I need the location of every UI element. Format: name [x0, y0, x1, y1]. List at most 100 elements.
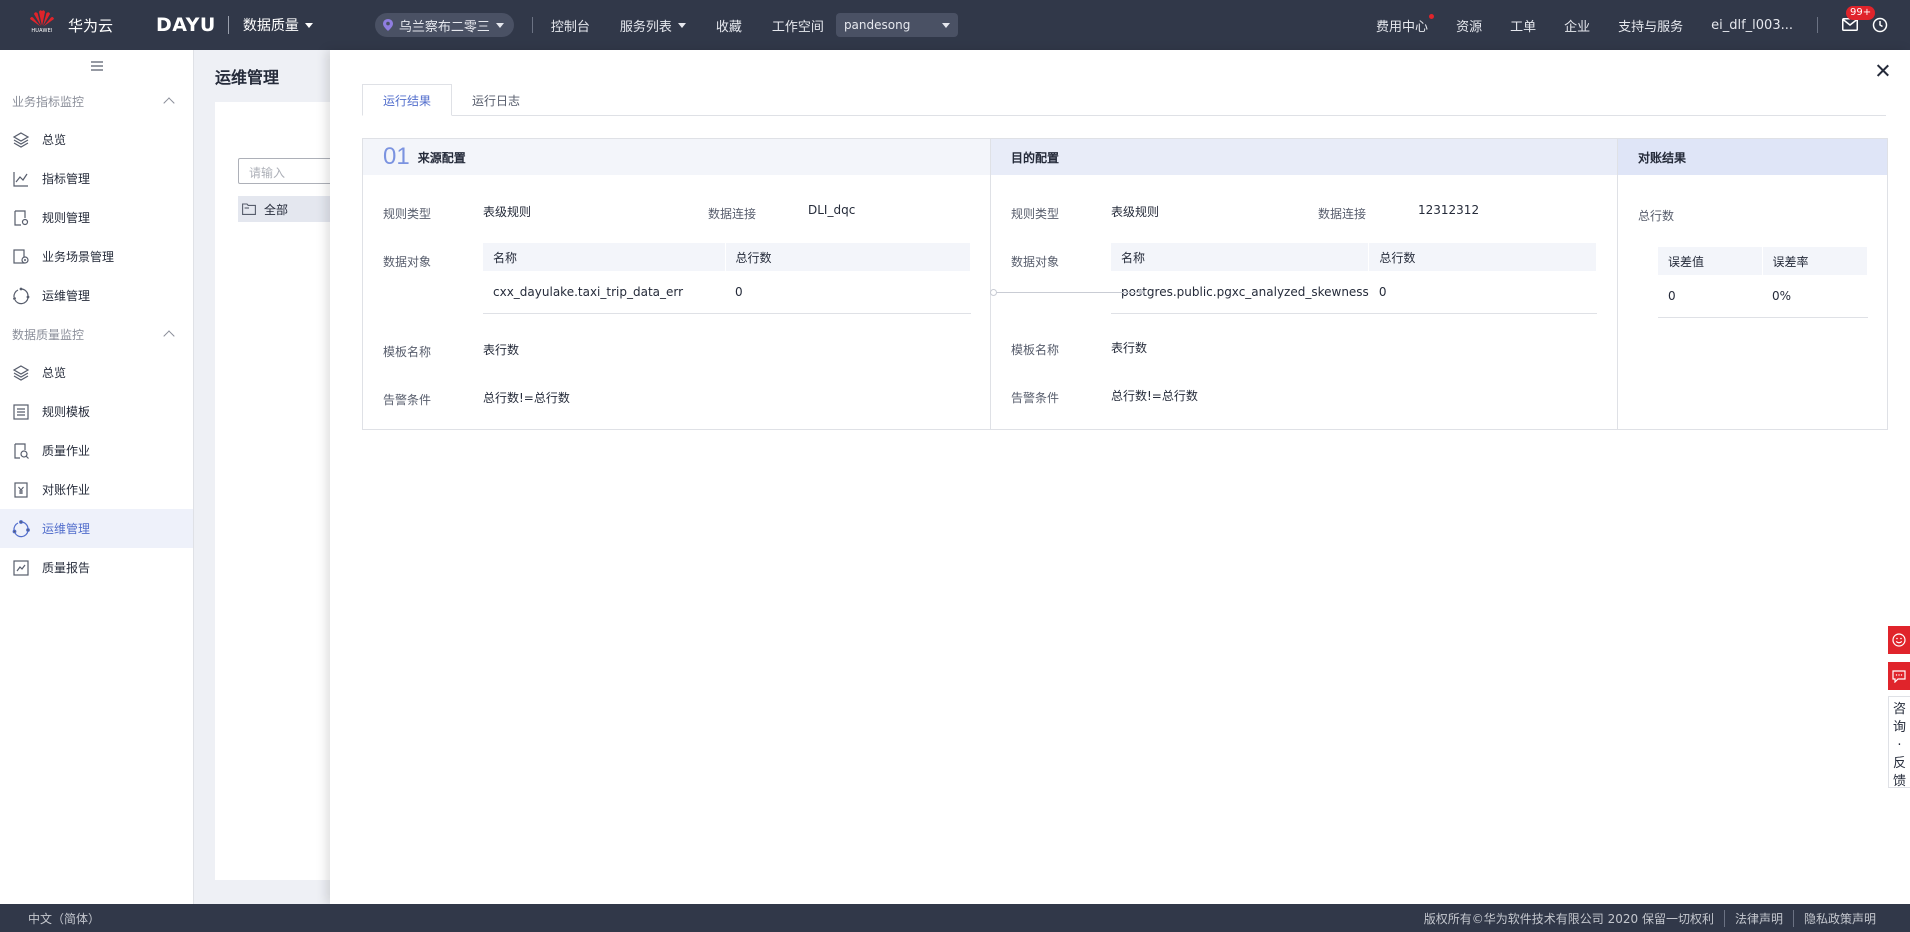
close-icon[interactable] [1876, 64, 1890, 78]
drawer-tabs: 运行结果 运行日志 [362, 84, 1886, 116]
feedback-char: 咨 [1892, 702, 1906, 717]
region-selector[interactable]: 乌兰察布二零三 [374, 13, 514, 37]
sidebar-item[interactable]: 指标管理 [0, 159, 193, 198]
sidebar-item-label: 运维管理 [42, 289, 91, 303]
search-input[interactable]: 请输入 [238, 158, 338, 184]
column-header-row-count: 总行数 [1368, 243, 1597, 271]
sidebar-item[interactable]: 总览 [0, 120, 193, 159]
sidebar-item[interactable]: 对账作业 [0, 470, 193, 509]
sidebar-item[interactable]: 规则模板 [0, 392, 193, 431]
folder-icon [242, 203, 256, 215]
sidebar-group-title: 业务指标监控 [12, 94, 85, 109]
tickets-link[interactable]: 工单 [1510, 16, 1536, 35]
sidebar-item[interactable]: 运维管理 [0, 509, 193, 548]
run-result-panel: 01 来源配置 规则类型 表级规则 数据连接 DLI_dqc 数据对象 名称 总… [362, 138, 1888, 430]
ops-cycle-icon [12, 287, 30, 305]
sidebar: 业务指标监控 总览 指标管理 规则管理 业务场景管理 运维管理 数据质量监控 总览 规则模板 质量… [0, 50, 194, 904]
sidebar-item-label: 业务场景管理 [42, 250, 115, 264]
sidebar-item[interactable]: 质量报告 [0, 548, 193, 587]
sidebar-collapse-button[interactable] [0, 50, 193, 82]
compare-result-column: 对账结果 总行数 误差值 误差率 0 0% [1618, 139, 1887, 429]
sidebar-item-label: 规则管理 [42, 211, 91, 225]
source-config-title: 来源配置 [417, 150, 466, 165]
nav-favorites-link[interactable]: 收藏 [716, 16, 742, 35]
source-alarm-label: 告警条件 [383, 393, 432, 407]
chevron-up-icon [163, 330, 175, 342]
sidebar-item-label: 对账作业 [42, 483, 91, 497]
smile-feedback-button[interactable] [1888, 626, 1910, 654]
sidebar-item[interactable]: 总览 [0, 353, 193, 392]
source-alarm-value: 总行数!=总行数 [483, 391, 570, 405]
sidebar-group-header[interactable]: 数据质量监控 [0, 315, 193, 353]
target-table-name: postgres.public.pgxc_analyzed_skewness [1111, 271, 1369, 314]
location-pin-icon [382, 19, 393, 31]
nav-service-list[interactable]: 服务列表 [620, 16, 686, 35]
sidebar-item[interactable]: 业务场景管理 [0, 237, 193, 276]
messages-button[interactable]: 99+ [1842, 6, 1876, 32]
legal-notice-link[interactable]: 法律声明 [1723, 909, 1793, 927]
tree-node-all[interactable]: 全部 [238, 196, 338, 222]
feedback-char: 馈 [1892, 774, 1906, 789]
rule-doc-icon [12, 209, 30, 227]
table-row: postgres.public.pgxc_analyzed_skewness 0 [1111, 271, 1597, 314]
column-header-name: 名称 [1111, 243, 1370, 271]
target-row-count: 0 [1368, 271, 1597, 314]
nav-console-link[interactable]: 控制台 [551, 16, 590, 35]
target-config-header: 目的配置 [991, 139, 1617, 175]
feedback-char: 询 [1892, 720, 1906, 735]
run-detail-drawer: 运行结果 运行日志 01 来源配置 规则类型 表级规则 数据连接 DLI_dqc… [330, 50, 1910, 904]
target-object-table: 名称 总行数 postgres.public.pgxc_analyzed_ske… [1111, 243, 1597, 314]
chat-bubble-icon [1892, 669, 1906, 683]
smile-icon [1892, 633, 1906, 647]
product-name[interactable]: DAYU [156, 14, 216, 36]
nav-divider [531, 17, 533, 33]
sidebar-group-header[interactable]: 业务指标监控 [0, 82, 193, 120]
consult-feedback-tab[interactable]: 咨 询 · 反 馈 [1888, 696, 1910, 789]
target-rule-type-label: 规则类型 [1011, 207, 1060, 221]
report-chart-icon [12, 559, 30, 577]
chat-button[interactable] [1888, 662, 1910, 690]
sidebar-item-label: 质量作业 [42, 444, 91, 458]
account-menu[interactable]: ei_dlf_l003... [1711, 18, 1793, 33]
source-config-column: 01 来源配置 规则类型 表级规则 数据连接 DLI_dqc 数据对象 名称 总… [363, 139, 991, 429]
message-count-badge: 99+ [1846, 6, 1876, 20]
region-label: 乌兰察布二零三 [398, 19, 490, 35]
target-connection-label: 数据连接 [1318, 207, 1367, 221]
page-title: 运维管理 [215, 68, 280, 87]
source-object-label: 数据对象 [383, 255, 432, 269]
huawei-cloud-logo[interactable]: HUAWEI 华为云 [26, 9, 136, 41]
support-link[interactable]: 支持与服务 [1618, 16, 1683, 35]
clock-icon[interactable] [1872, 17, 1888, 33]
nav-workspace-label: 工作空间 [771, 19, 824, 35]
target-config-title: 目的配置 [1011, 150, 1060, 165]
tab-run-log[interactable]: 运行日志 [452, 84, 540, 116]
product-divider [227, 16, 229, 34]
privacy-policy-link[interactable]: 隐私政策声明 [1792, 909, 1886, 927]
source-template-label: 模板名称 [383, 345, 432, 359]
compare-result-table: 误差值 误差率 0 0% [1658, 247, 1868, 318]
chevron-down-icon [677, 22, 686, 28]
table-row: cxx_dayulake.taxi_trip_data_err 0 [483, 271, 971, 314]
chevron-down-icon [495, 22, 504, 28]
tab-run-result[interactable]: 运行结果 [362, 84, 453, 116]
resources-link[interactable]: 资源 [1456, 16, 1482, 35]
compare-result-title: 对账结果 [1638, 150, 1687, 165]
enterprise-link[interactable]: 企业 [1564, 16, 1590, 35]
logo-wordmark: HUAWEI [31, 28, 53, 34]
sidebar-item[interactable]: 质量作业 [0, 431, 193, 470]
target-object-label: 数据对象 [1011, 255, 1060, 269]
source-object-table: 名称 总行数 cxx_dayulake.taxi_trip_data_err 0 [483, 243, 971, 314]
workspace-value: pandesong [843, 18, 911, 32]
sidebar-item[interactable]: 规则管理 [0, 198, 193, 237]
ops-cycle-icon [12, 519, 30, 538]
compare-metric-label: 总行数 [1638, 209, 1675, 223]
sidebar-item[interactable]: 运维管理 [0, 276, 193, 315]
billing-center-link[interactable]: 费用中心 [1376, 13, 1435, 35]
error-rate-cell: 0% [1762, 275, 1868, 318]
column-header-error-rate: 误差率 [1762, 247, 1868, 275]
language-switcher[interactable]: 中文（简体） [28, 910, 100, 927]
line-chart-icon [12, 170, 30, 188]
feedback-char: 反 [1892, 756, 1906, 771]
workspace-select[interactable]: pandesong [835, 13, 958, 37]
module-switcher[interactable]: 数据质量 [243, 15, 313, 35]
